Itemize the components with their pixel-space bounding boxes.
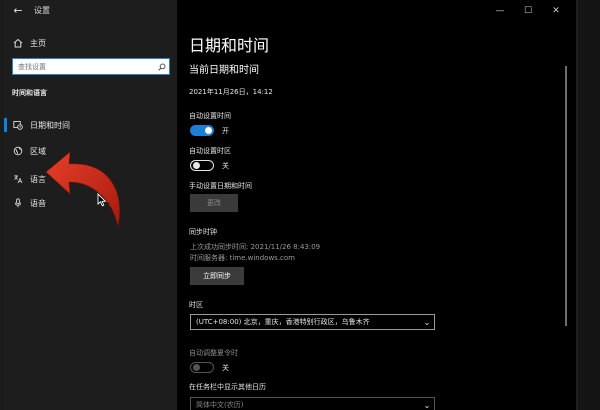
calendar-dropdown[interactable]: 简体中文(农历) ⌄ <box>190 397 435 410</box>
last-sync-info: 上次成功同步时间: 2021/11/26 8:43:09 <box>190 243 321 251</box>
auto-time-toggle[interactable] <box>190 125 214 136</box>
sidebar: ← 设置 主页 时间和语言 日期和时间 区域 <box>4 0 177 410</box>
scrollbar[interactable] <box>565 66 567 326</box>
chevron-down-icon: ⌄ <box>423 317 431 327</box>
sync-clock-heading: 同步时钟 <box>189 228 217 236</box>
chevron-down-icon: ⌄ <box>423 400 431 410</box>
dst-toggle[interactable] <box>190 362 214 373</box>
auto-timezone-label: 自动设置时区 <box>189 147 231 155</box>
sidebar-item-home[interactable]: 主页 <box>4 32 177 54</box>
app-title: 设置 <box>34 6 50 15</box>
auto-timezone-toggle[interactable] <box>190 160 214 171</box>
time-server-info: 时间服务器: time.windows.com <box>190 254 296 262</box>
timezone-dropdown[interactable]: (UTC+08:00) 北京，重庆，香港特别行政区，乌鲁木齐 ⌄ <box>190 314 435 330</box>
language-icon <box>11 172 25 186</box>
search-box <box>12 58 170 75</box>
search-icon[interactable] <box>155 59 169 74</box>
close-button[interactable]: ✕ <box>542 2 570 20</box>
calendar-label: 在任务栏中显示其他日历 <box>189 383 266 391</box>
window-controls: — ☐ ✕ <box>486 2 570 20</box>
microphone-icon <box>11 196 25 210</box>
mouse-cursor-icon <box>97 193 107 207</box>
manual-datetime-label: 手动设置日期和时间 <box>189 182 252 190</box>
timezone-value: (UTC+08:00) 北京，重庆，香港特别行政区，乌鲁木齐 <box>196 318 370 326</box>
maximize-button[interactable]: ☐ <box>514 2 542 20</box>
settings-window: ← 设置 主页 时间和语言 日期和时间 区域 <box>4 0 576 410</box>
globe-icon <box>11 144 25 158</box>
auto-time-state: 开 <box>222 127 229 135</box>
page-title: 日期和时间 <box>189 36 270 55</box>
change-button[interactable]: 更改 <box>190 194 238 212</box>
minimize-button[interactable]: — <box>486 2 514 20</box>
calendar-clock-icon <box>11 118 25 132</box>
sidebar-item-label: 日期和时间 <box>30 120 70 130</box>
annotation-arrow <box>45 151 120 227</box>
titlebar-left: ← 设置 <box>4 0 177 24</box>
dst-label: 自动调整夏令时 <box>189 349 238 357</box>
timezone-label: 时区 <box>189 301 203 309</box>
auto-time-label: 自动设置时间 <box>189 112 231 120</box>
search-input[interactable] <box>13 59 155 74</box>
sidebar-item-label: 主页 <box>30 38 46 48</box>
auto-timezone-state: 关 <box>222 162 229 170</box>
home-icon <box>11 36 25 50</box>
main-content: — ☐ ✕ 日期和时间 当前日期和时间 2021年11月26日，14:12 自动… <box>177 0 576 410</box>
right-screen-edge <box>576 0 600 410</box>
calendar-value: 简体中文(农历) <box>196 401 244 409</box>
sidebar-item-date-time[interactable]: 日期和时间 <box>4 114 177 136</box>
back-arrow-icon[interactable]: ← <box>10 3 26 19</box>
current-datetime-value: 2021年11月26日，14:12 <box>189 88 273 96</box>
dst-state: 关 <box>222 364 229 372</box>
section-heading: 时间和语言 <box>12 89 47 97</box>
sync-now-button[interactable]: 立即同步 <box>190 267 244 285</box>
section-current-datetime: 当前日期和时间 <box>189 65 259 76</box>
